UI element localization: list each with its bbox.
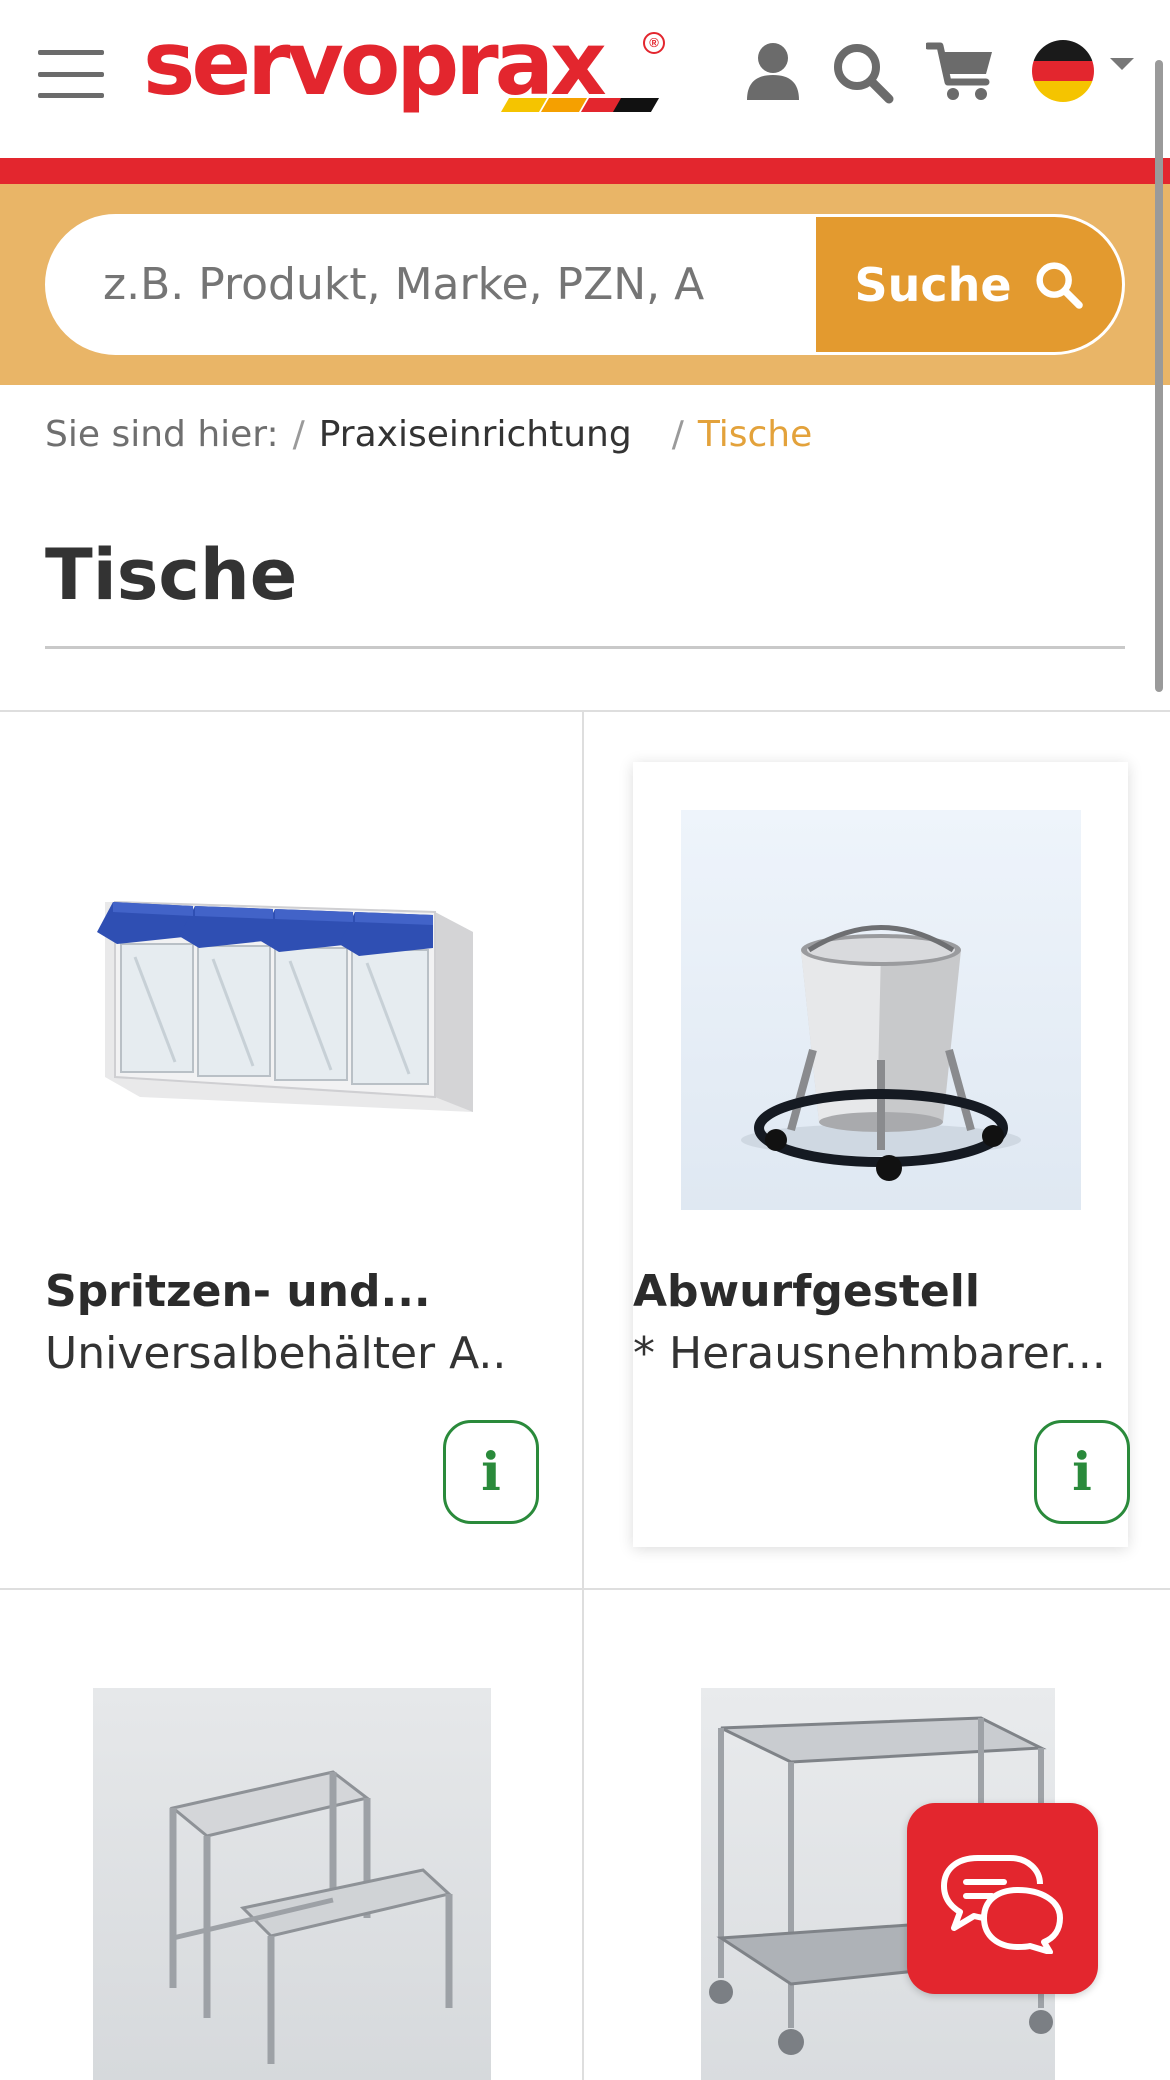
product-image[interactable] bbox=[93, 1688, 491, 2080]
search-button[interactable]: Suche bbox=[816, 217, 1122, 352]
site-header: servoprax ® bbox=[0, 0, 1170, 158]
product-name[interactable]: Spritzen- und... bbox=[45, 1262, 431, 1322]
product-card[interactable] bbox=[0, 1590, 582, 2080]
page-title: Tische bbox=[45, 534, 298, 616]
product-image[interactable] bbox=[681, 810, 1081, 1210]
header-red-bar bbox=[0, 158, 1170, 184]
servoprax-logo[interactable]: servoprax ® bbox=[143, 14, 668, 122]
logo-flag-stripes bbox=[500, 98, 660, 112]
breadcrumb-prefix: Sie sind hier: bbox=[45, 414, 279, 455]
product-card[interactable]: Abwurfgestell * Herausnehmbarer... i bbox=[633, 762, 1130, 1547]
breadcrumb: Sie sind hier: / Praxiseinrichtung / Tische bbox=[45, 410, 812, 460]
breadcrumb-item-tische: Tische bbox=[697, 414, 813, 455]
search-icon[interactable] bbox=[832, 42, 894, 109]
cart-icon[interactable] bbox=[924, 40, 996, 109]
chevron-down-icon[interactable] bbox=[1110, 58, 1134, 70]
user-icon[interactable] bbox=[745, 42, 801, 107]
menu-icon[interactable] bbox=[38, 50, 104, 98]
search-form: Suche bbox=[45, 214, 1125, 355]
info-button[interactable]: i bbox=[443, 1420, 539, 1524]
registered-mark: ® bbox=[643, 32, 665, 54]
product-image[interactable] bbox=[95, 862, 485, 1142]
search-band: Suche bbox=[0, 184, 1170, 385]
search-button-label: Suche bbox=[854, 257, 1012, 312]
search-input[interactable] bbox=[103, 217, 743, 352]
search-icon bbox=[1035, 261, 1083, 309]
product-description: Universalbehälter A.. bbox=[45, 1328, 507, 1379]
product-card[interactable]: Spritzen- und... Universalbehälter A.. i bbox=[0, 712, 582, 1588]
breadcrumb-separator: / bbox=[292, 414, 305, 455]
breadcrumb-item-praxiseinrichtung[interactable]: Praxiseinrichtung bbox=[319, 414, 632, 455]
scrollbar[interactable] bbox=[1155, 60, 1163, 692]
info-icon: i bbox=[481, 1441, 501, 1503]
language-flag-de[interactable] bbox=[1032, 40, 1094, 102]
info-button[interactable]: i bbox=[1034, 1420, 1130, 1524]
product-name[interactable]: Abwurfgestell bbox=[633, 1262, 980, 1322]
chat-button[interactable] bbox=[907, 1803, 1098, 1994]
info-icon: i bbox=[1072, 1441, 1092, 1503]
chat-bubbles-icon bbox=[940, 1854, 1063, 1954]
breadcrumb-separator: / bbox=[671, 414, 684, 455]
title-divider bbox=[45, 646, 1125, 649]
product-description: * Herausnehmbarer... bbox=[633, 1328, 1106, 1379]
